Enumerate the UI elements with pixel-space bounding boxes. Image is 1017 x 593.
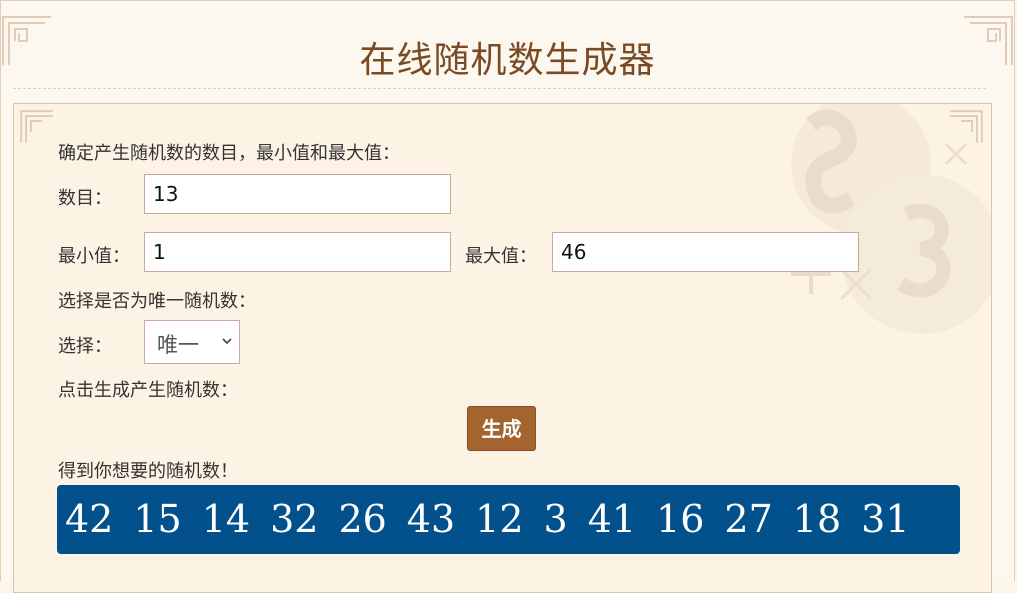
count-label: 数目： (58, 188, 112, 209)
select-label: 选择： (58, 336, 112, 357)
panel-corner-icon (20, 110, 54, 144)
select-value: 唯一 (157, 333, 199, 357)
count-input[interactable]: 13 (144, 174, 451, 214)
generate-prompt: 点击生成产生随机数： (58, 380, 238, 401)
min-label: 最小值： (58, 246, 130, 267)
chevron-down-icon (222, 338, 232, 345)
max-input[interactable]: 46 (552, 232, 859, 272)
max-label: 最大值： (465, 246, 537, 267)
min-input[interactable]: 1 (144, 232, 451, 272)
result-number: 15 (133, 497, 182, 541)
result-number: 41 (587, 497, 637, 541)
result-number: 42 (65, 497, 114, 541)
result-number: 43 (406, 497, 456, 541)
unique-prompt: 选择是否为唯一随机数： (58, 291, 256, 312)
result-number: 26 (338, 497, 387, 541)
page-frame: 在线随机数生成器 确定产生随机数的数目，最小值和最大值： 数目： 13 最小值：… (0, 0, 1015, 593)
result-number: 16 (656, 497, 705, 541)
result-number: 3 (543, 497, 568, 541)
result-number: 12 (475, 497, 524, 541)
page-title: 在线随机数生成器 (359, 40, 656, 81)
panel-corner-icon (949, 110, 983, 144)
generate-button[interactable]: 生成 (467, 406, 536, 451)
result-number: 31 (861, 497, 910, 541)
result-box: 42 15 14 32 26 43 12 3 41 16 27 18 31 (57, 485, 960, 554)
result-label: 得到你想要的随机数！ (58, 461, 238, 482)
unique-select[interactable]: 唯一 (144, 320, 240, 364)
result-number: 27 (724, 497, 773, 541)
result-number: 18 (792, 497, 842, 541)
result-number: 32 (270, 497, 319, 541)
title-divider (13, 88, 986, 89)
result-number: 14 (201, 497, 251, 541)
intro-text: 确定产生随机数的数目，最小值和最大值： (58, 143, 400, 164)
